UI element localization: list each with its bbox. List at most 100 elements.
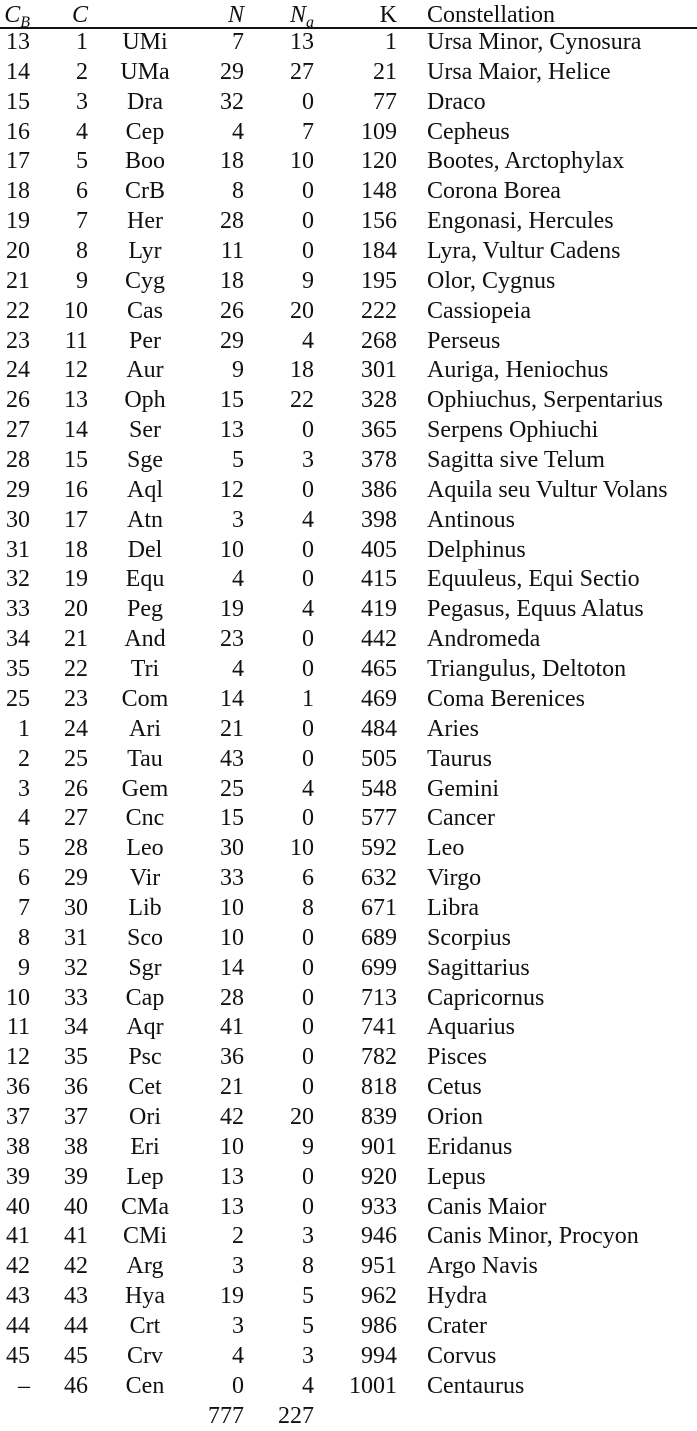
cell-n: 25 (220, 775, 244, 802)
cell-c: 37 (64, 1103, 88, 1130)
header-k: K (379, 2, 397, 28)
cell-c: 4 (76, 118, 88, 145)
cell-n: 3 (232, 1312, 244, 1339)
table-row: 11 34 Aqr 41 0 741 Aquarius (0, 1012, 697, 1042)
cell-constellation: Libra (427, 894, 479, 921)
table-row: 40 40 CMa 13 0 933 Canis Maior (0, 1192, 697, 1222)
cell-abbr: Dra (127, 88, 163, 115)
cell-cb: 11 (6, 1014, 30, 1041)
cell-cb: 4 (18, 805, 30, 832)
cell-abbr: Gem (121, 775, 169, 802)
cell-na: 5 (302, 1312, 314, 1339)
cell-abbr: Lib (128, 894, 162, 921)
cell-constellation: Draco (427, 88, 486, 115)
cell-na: 18 (290, 357, 314, 384)
cell-n: 0 (232, 1372, 244, 1399)
cell-n: 19 (220, 1283, 244, 1310)
table-row: 21 9 Cyg 18 9 195 Olor, Cygnus (0, 266, 697, 296)
cell-n: 10 (220, 894, 244, 921)
table-row: 12 35 Psc 36 0 782 Pisces (0, 1042, 697, 1072)
cell-n: 42 (220, 1103, 244, 1130)
table-row: 24 12 Aur 9 18 301 Auriga, Heniochus (0, 355, 697, 385)
cell-n: 4 (232, 656, 244, 683)
cell-n: 10 (220, 1133, 244, 1160)
cell-na: 0 (302, 476, 314, 503)
cell-c: 18 (64, 536, 88, 563)
cell-abbr: Oph (124, 387, 166, 414)
table-row: 5 28 Leo 30 10 592 Leo (0, 833, 697, 863)
cell-constellation: Cancer (427, 805, 495, 832)
cell-n: 28 (220, 984, 244, 1011)
cell-k: 148 (361, 178, 397, 205)
cell-na: 8 (302, 894, 314, 921)
cell-constellation: Aquila seu Vultur Volans (427, 476, 668, 503)
cell-na: 0 (302, 1074, 314, 1101)
table-row: 29 16 Aql 12 0 386 Aquila seu Vultur Volans (0, 475, 697, 505)
cell-n: 33 (220, 865, 244, 892)
cell-n: 14 (220, 685, 244, 712)
cell-cb: 15 (6, 88, 30, 115)
cell-constellation: Leo (427, 835, 465, 862)
cell-c: 29 (64, 865, 88, 892)
table-row: 27 14 Ser 13 0 365 Serpens Ophiuchi (0, 415, 697, 445)
cell-c: 41 (64, 1223, 88, 1250)
cell-na: 8 (302, 1253, 314, 1280)
table-row: 36 36 Cet 21 0 818 Cetus (0, 1072, 697, 1102)
cell-n: 4 (232, 118, 244, 145)
cell-na: 0 (302, 1163, 314, 1190)
table-row: 42 42 Arg 3 8 951 Argo Navis (0, 1251, 697, 1281)
cell-n: 5 (232, 447, 244, 474)
header-cb: CB (4, 2, 30, 31)
cell-cb: 27 (6, 417, 30, 444)
cell-constellation: Centaurus (427, 1372, 525, 1399)
cell-n: 10 (220, 924, 244, 951)
cell-abbr: Tau (127, 745, 163, 772)
cell-constellation: Pisces (427, 1044, 487, 1071)
cell-na: 3 (302, 1223, 314, 1250)
cell-n: 28 (220, 208, 244, 235)
cell-abbr: Tri (130, 656, 160, 683)
cell-k: 920 (361, 1163, 397, 1190)
cell-abbr: Atn (127, 506, 163, 533)
cell-constellation: Capricornus (427, 984, 545, 1011)
cell-n: 9 (232, 357, 244, 384)
cell-k: 378 (361, 447, 397, 474)
cell-cb: 22 (6, 297, 30, 324)
table-row: 35 22 Tri 4 0 465 Triangulus, Deltoton (0, 654, 697, 684)
cell-constellation: Eridanus (427, 1133, 513, 1160)
cell-na: 0 (302, 984, 314, 1011)
cell-n: 32 (220, 88, 244, 115)
cell-abbr: UMi (122, 29, 168, 55)
cell-constellation: Lepus (427, 1163, 486, 1190)
table-row: 31 18 Del 10 0 405 Delphinus (0, 535, 697, 565)
cell-n: 43 (220, 745, 244, 772)
cell-k: 465 (361, 656, 397, 683)
cell-n: 12 (220, 476, 244, 503)
cell-c: 25 (64, 745, 88, 772)
cell-k: 741 (361, 1014, 397, 1041)
cell-constellation: Auriga, Heniochus (427, 357, 609, 384)
cell-n: 4 (232, 566, 244, 593)
table-row: 25 23 Com 14 1 469 Coma Berenices (0, 684, 697, 714)
cell-cb: 12 (6, 1044, 30, 1071)
cell-c: 31 (64, 924, 88, 951)
cell-na: 0 (302, 208, 314, 235)
cell-na: 10 (290, 148, 314, 175)
cell-cb: 45 (6, 1342, 30, 1369)
cell-na: 0 (302, 238, 314, 265)
cell-cb: 17 (6, 148, 30, 175)
cell-k: 951 (361, 1253, 397, 1280)
table-row: – 46 Cen 0 4 1001 Centaurus (0, 1371, 697, 1401)
table-row: 45 45 Crv 4 3 994 Corvus (0, 1341, 697, 1371)
cell-n: 18 (220, 267, 244, 294)
cell-na: 0 (302, 178, 314, 205)
table-row: 8 31 Sco 10 0 689 Scorpius (0, 923, 697, 953)
cell-abbr: Leo (126, 835, 164, 862)
cell-cb: 33 (6, 596, 30, 623)
cell-cb: 3 (18, 775, 30, 802)
cell-abbr: Cyg (124, 267, 165, 294)
table-row: 23 11 Per 29 4 268 Perseus (0, 326, 697, 356)
cell-cb: 8 (18, 924, 30, 951)
cell-abbr: Psc (128, 1044, 162, 1071)
cell-constellation: Taurus (427, 745, 492, 772)
